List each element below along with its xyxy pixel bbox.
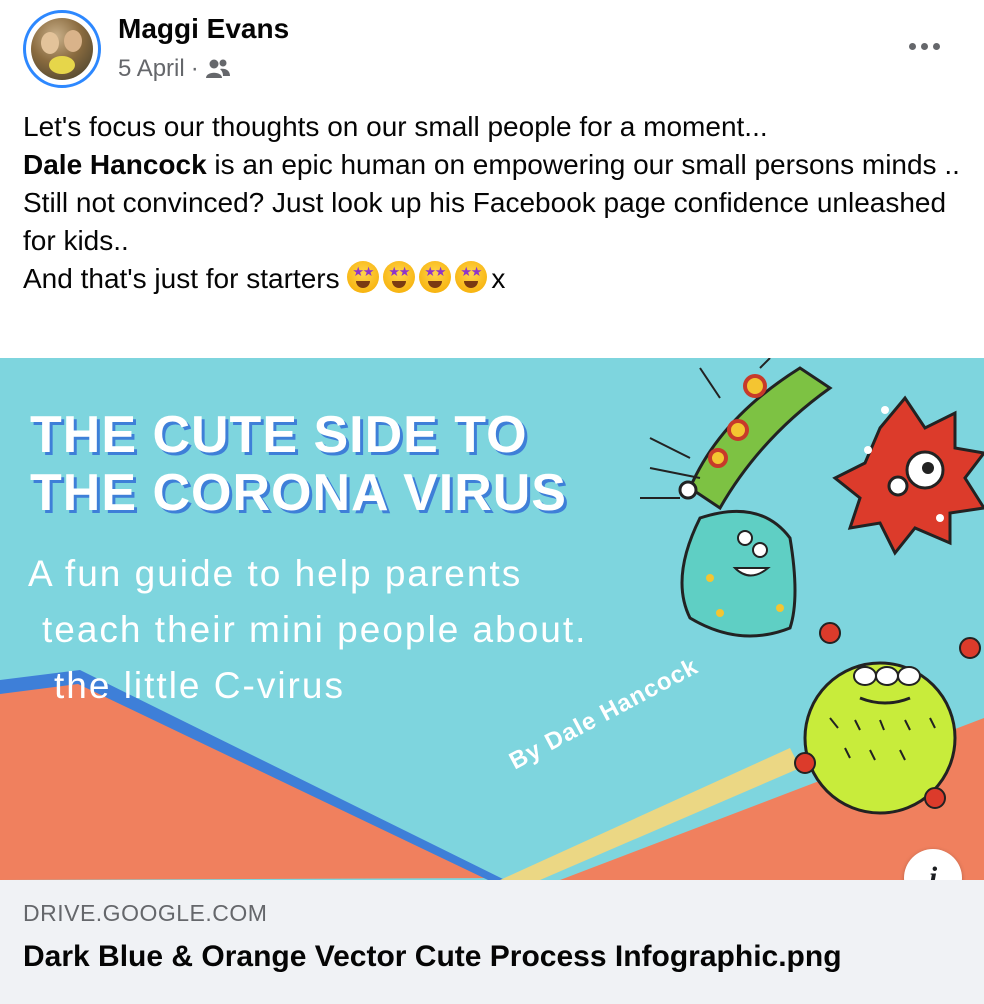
dot-icon <box>908 42 916 50</box>
star-struck-emoji-icon <box>455 261 488 293</box>
link-preview-meta[interactable]: DRIVE.GOOGLE.COM Dark Blue & Orange Vect… <box>0 880 984 1004</box>
post-text-line: Let's focus our thoughts on our small pe… <box>23 111 768 142</box>
post-text: Let's focus our thoughts on our small pe… <box>23 108 963 298</box>
image-subtitle: A fun guide to help parents teach their … <box>28 553 588 706</box>
post-text-line: Dale Hancock is an epic human on empower… <box>23 149 960 180</box>
post-text-line: And that's just for starters x <box>23 260 963 298</box>
post-header: Maggi Evans 5 April · <box>0 0 984 110</box>
meta-separator: · <box>190 55 199 82</box>
link-preview-image[interactable]: THE CUTE SIDE TO THE CORONA VIRUS A fun … <box>0 358 984 880</box>
image-title: THE CUTE SIDE TO THE CORONA VIRUS <box>30 406 567 522</box>
dot-icon <box>932 42 940 50</box>
author-name[interactable]: Maggi Evans <box>118 13 289 45</box>
mention-link[interactable]: Dale Hancock <box>23 149 207 180</box>
star-struck-emoji-icon <box>419 261 452 293</box>
dot-icon <box>920 42 928 50</box>
post-text-line: Still not convinced? Just look up his Fa… <box>23 187 947 256</box>
author-avatar[interactable] <box>23 10 101 88</box>
more-options-button[interactable] <box>904 36 944 56</box>
star-struck-emoji-icon <box>347 261 380 293</box>
link-domain: DRIVE.GOOGLE.COM <box>23 900 268 926</box>
link-title[interactable]: Dark Blue & Orange Vector Cute Process I… <box>23 938 923 976</box>
post-date[interactable]: 5 April <box>118 55 185 83</box>
friends-icon[interactable] <box>205 58 231 80</box>
star-struck-emoji-icon <box>383 261 416 293</box>
post-meta: 5 April · <box>118 55 231 83</box>
avatar-photo <box>31 18 93 80</box>
